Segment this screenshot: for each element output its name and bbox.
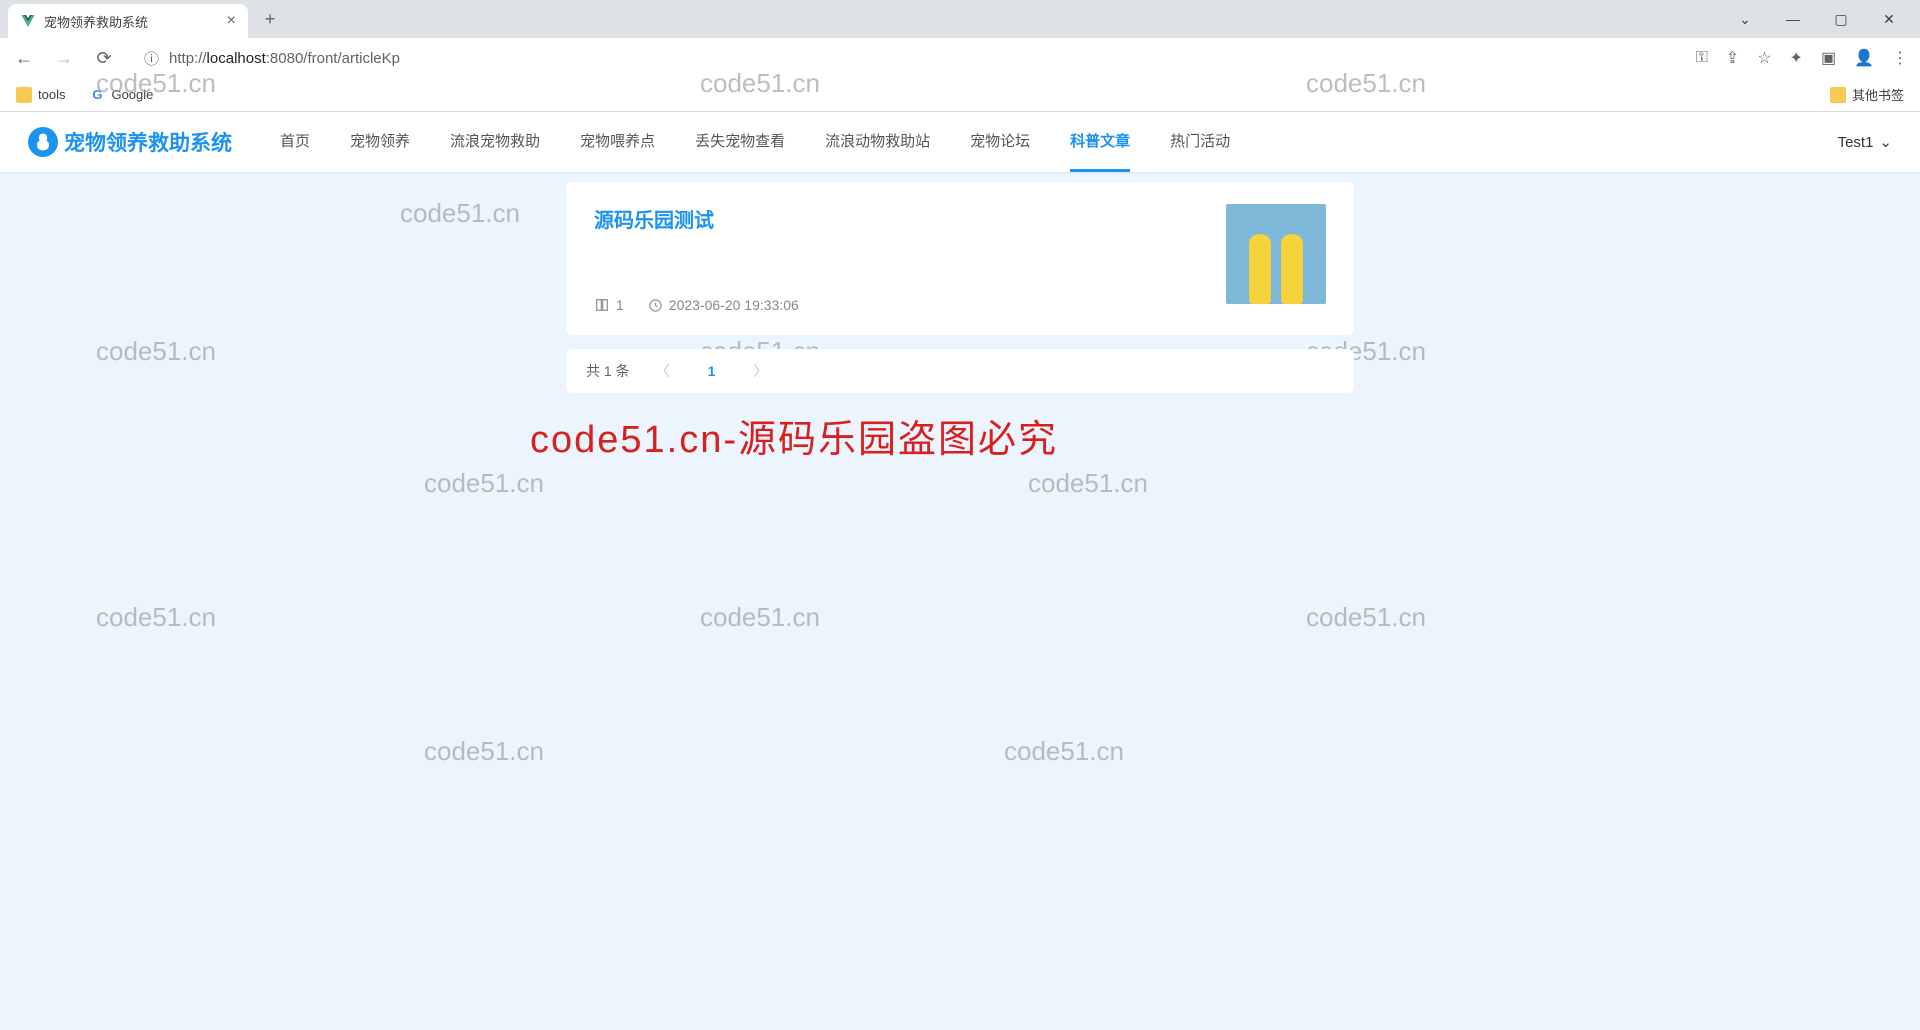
user-menu[interactable]: Test1 ⌄	[1838, 133, 1892, 151]
article-thumbnail	[1226, 204, 1326, 304]
pagination-next[interactable]: 〉	[745, 361, 775, 381]
watermark: code51.cn	[400, 198, 520, 229]
book-icon	[594, 297, 610, 313]
chevron-down-icon: ⌄	[1879, 133, 1892, 151]
dropdown-icon[interactable]: ⌄	[1730, 11, 1760, 28]
close-window-icon[interactable]: ✕	[1874, 11, 1904, 28]
user-name: Test1	[1838, 134, 1874, 151]
article-title: 源码乐园测试	[594, 204, 1226, 233]
reload-button[interactable]: ⟳	[92, 48, 116, 69]
url-path: :8080/front/articleKp	[266, 50, 400, 67]
url-prefix: http://	[169, 50, 207, 67]
key-icon[interactable]: ⚿	[1696, 49, 1708, 67]
bookmark-label: 其他书签	[1852, 85, 1904, 104]
bookmark-label: Google	[111, 87, 153, 102]
bookmark-google[interactable]: G Google	[89, 87, 153, 103]
back-button[interactable]: ←	[12, 48, 36, 69]
menu-icon[interactable]: ⋮	[1892, 48, 1908, 68]
nav-adopt[interactable]: 宠物领养	[350, 112, 410, 172]
forward-button[interactable]: →	[52, 48, 76, 69]
logo-icon	[28, 127, 58, 157]
vue-icon	[20, 13, 36, 29]
site-top-nav: 宠物领养救助系统 首页 宠物领养 流浪宠物救助 宠物喂养点 丢失宠物查看 流浪动…	[0, 112, 1920, 172]
nav-science[interactable]: 科普文章	[1070, 112, 1130, 172]
panel-icon[interactable]: ▣	[1821, 48, 1836, 68]
watermark: code51.cn	[96, 336, 216, 367]
folder-icon	[16, 87, 32, 103]
pagination-total: 共 1 条	[586, 361, 630, 381]
nav-home[interactable]: 首页	[280, 112, 310, 172]
minimize-icon[interactable]: —	[1778, 11, 1808, 28]
folder-icon	[1830, 87, 1846, 103]
watermark: code51.cn	[1004, 736, 1124, 767]
watermark: code51.cn	[96, 602, 216, 633]
watermark: code51.cn	[1306, 602, 1426, 633]
url-input[interactable]: ⓘ http://localhost:8080/front/articleKp	[132, 43, 1680, 73]
star-icon[interactable]: ☆	[1757, 48, 1771, 68]
timestamp-text: 2023-06-20 19:33:06	[669, 297, 799, 313]
google-icon: G	[89, 87, 105, 103]
other-bookmarks[interactable]: 其他书签	[1830, 85, 1904, 104]
watermark: code51.cn	[700, 602, 820, 633]
maximize-icon[interactable]: ▢	[1826, 11, 1856, 28]
views-count: 1	[616, 297, 624, 313]
extensions-icon[interactable]: ✦	[1790, 48, 1803, 68]
window-controls: ⌄ — ▢ ✕	[1730, 11, 1920, 28]
article-timestamp: 2023-06-20 19:33:06	[648, 297, 799, 313]
profile-icon[interactable]: 👤	[1854, 48, 1874, 68]
article-card[interactable]: 源码乐园测试 1 2023-06-20 19:33:06	[566, 182, 1354, 335]
nav-lost-pets[interactable]: 丢失宠物查看	[695, 112, 785, 172]
pagination-prev[interactable]: 〈	[648, 361, 678, 381]
logo-text: 宠物领养救助系统	[64, 127, 232, 157]
address-bar: ← → ⟳ ⓘ http://localhost:8080/front/arti…	[0, 38, 1920, 78]
nav-forum[interactable]: 宠物论坛	[970, 112, 1030, 172]
watermark: code51.cn	[424, 468, 544, 499]
browser-tab[interactable]: 宠物领养救助系统 ×	[8, 4, 248, 38]
bookmark-label: tools	[38, 87, 65, 102]
watermark: code51.cn	[1028, 468, 1148, 499]
close-tab-icon[interactable]: ×	[227, 12, 236, 30]
big-watermark: code51.cn-源码乐园盗图必究	[530, 408, 1058, 463]
pagination: 共 1 条 〈 1 〉	[566, 349, 1354, 393]
nav-activities[interactable]: 热门活动	[1170, 112, 1230, 172]
tab-title: 宠物领养救助系统	[44, 12, 148, 31]
site-logo[interactable]: 宠物领养救助系统	[28, 127, 232, 157]
share-icon[interactable]: ⇪	[1726, 48, 1739, 68]
bookmark-tools[interactable]: tools	[16, 87, 65, 103]
bookmarks-bar: tools G Google 其他书签	[0, 78, 1920, 112]
clock-icon	[648, 298, 663, 313]
pagination-page[interactable]: 1	[696, 363, 728, 379]
nav-feed-points[interactable]: 宠物喂养点	[580, 112, 655, 172]
info-icon[interactable]: ⓘ	[144, 48, 159, 69]
nav-stray-rescue[interactable]: 流浪宠物救助	[450, 112, 540, 172]
article-views: 1	[594, 297, 624, 313]
new-tab-button[interactable]: +	[256, 5, 284, 33]
browser-tab-bar: 宠物领养救助系统 × + ⌄ — ▢ ✕	[0, 0, 1920, 38]
nav-stray-stations[interactable]: 流浪动物救助站	[825, 112, 930, 172]
watermark: code51.cn	[424, 736, 544, 767]
url-host: localhost	[207, 50, 266, 67]
